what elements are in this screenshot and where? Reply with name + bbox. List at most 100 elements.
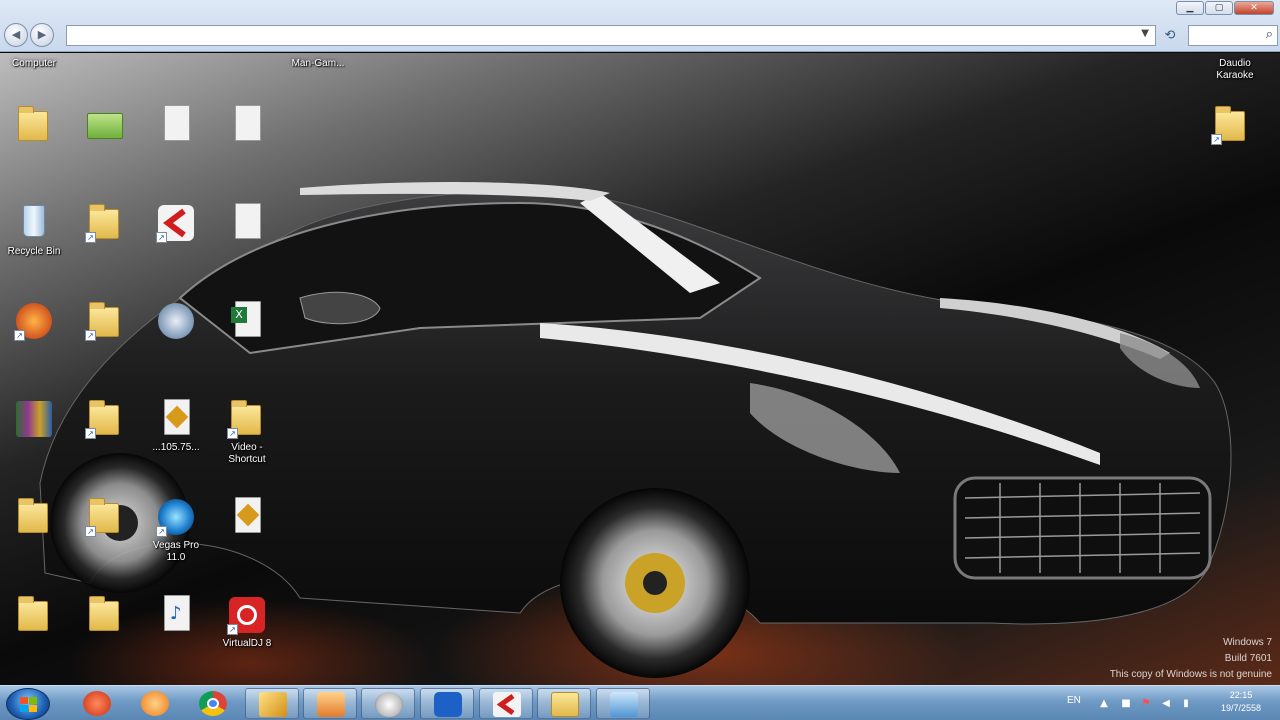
chrome-icon <box>199 691 227 716</box>
start-button[interactable] <box>6 688 50 720</box>
folder-icon: ↗ <box>1211 103 1251 145</box>
tray-app-icon[interactable]: ■ <box>1120 698 1132 709</box>
vegas-pro-label: Vegas Pro 11.0 <box>152 540 200 563</box>
shortcut-arrow-icon: ↗ <box>85 232 96 243</box>
taskbar: EN ▲ ■ ⚑ ◀ ▮ 22:15 19/7/2558 <box>0 685 1280 720</box>
computer-icon[interactable]: Computer <box>0 55 72 70</box>
taskbar-panda[interactable] <box>361 688 415 719</box>
explorer-icon <box>551 692 579 717</box>
taskbar-aimp[interactable] <box>245 688 299 719</box>
virtualdj-shortcut[interactable]: ↗ VirtualDJ 8 <box>209 593 285 650</box>
tray-overflow-icon[interactable]: ▲ <box>1098 698 1110 709</box>
back-button[interactable]: ◀ <box>4 23 28 47</box>
volume-icon[interactable]: ◀ <box>1160 698 1172 709</box>
shortcut-arrow-icon: ↗ <box>156 526 167 537</box>
taskbar-explorer[interactable] <box>537 688 591 719</box>
recycle-bin-icon <box>14 201 54 243</box>
taskbar-maxthon[interactable] <box>420 688 474 719</box>
folder-icon <box>85 593 125 635</box>
winrar-icon <box>14 397 54 439</box>
taskbar-game[interactable] <box>303 688 357 719</box>
image-file-icon <box>85 103 125 145</box>
desktop-item[interactable]: ↗ <box>138 201 214 246</box>
language-indicator[interactable]: EN <box>1067 695 1081 706</box>
desktop-item[interactable] <box>0 103 72 148</box>
desktop-item[interactable] <box>67 593 143 638</box>
video-shortcut[interactable]: ↗ Video - Shortcut <box>209 397 285 466</box>
desktop-item[interactable] <box>209 495 285 540</box>
man-game-label: Man-Gam... <box>291 58 345 69</box>
recycle-bin[interactable]: Recycle Bin <box>0 201 72 258</box>
search-input[interactable]: ⌕ <box>1188 25 1278 46</box>
taskbar-cyberlink[interactable] <box>479 688 533 719</box>
file-icon <box>227 201 267 243</box>
folder-shortcut-right[interactable]: ↗ <box>1193 103 1269 148</box>
desktop-item[interactable]: ↗ <box>67 201 143 246</box>
maximize-button[interactable]: ▢ <box>1205 1 1233 15</box>
network-icon[interactable]: ▮ <box>1180 698 1192 709</box>
forward-button[interactable]: ▶ <box>30 23 54 47</box>
taskbar-kmplayer[interactable] <box>128 688 182 719</box>
desktop-item[interactable]: ↗ <box>67 397 143 442</box>
search-icon[interactable]: ⌕ <box>1266 27 1273 42</box>
kmplayer-icon <box>141 691 169 716</box>
taskbar-remote-desktop[interactable] <box>596 688 650 719</box>
desktop-item[interactable] <box>138 103 214 148</box>
desktop-item[interactable] <box>138 299 214 344</box>
taskbar-ccleaner[interactable] <box>70 688 124 719</box>
folder-icon <box>14 495 54 537</box>
desktop-item[interactable] <box>209 103 285 148</box>
taskbar-chrome[interactable] <box>186 688 240 719</box>
desktop-item[interactable]: ...105.75... <box>138 397 214 454</box>
vegas-pro-shortcut[interactable]: ↗ Vegas Pro 11.0 <box>138 495 214 564</box>
desktop: Computer Man-Gam... Daudio Karaoke ↗ Rec… <box>0 53 1280 685</box>
shortcut-arrow-icon: ↗ <box>1211 134 1222 145</box>
folder-icon: ↗ <box>227 397 267 439</box>
desktop-item[interactable]: ↗ <box>67 495 143 540</box>
desktop-item[interactable] <box>0 495 72 540</box>
windows-build-text: Build 7601 <box>1224 653 1272 664</box>
shortcut-arrow-icon: ↗ <box>85 428 96 439</box>
virtualdj-icon: ↗ <box>227 593 267 635</box>
ccleaner-icon <box>83 691 111 716</box>
shortcut-arrow-icon: ↗ <box>227 624 238 635</box>
refresh-icon[interactable]: ⟲ <box>1160 26 1180 45</box>
recycle-bin-label: Recycle Bin <box>7 246 61 257</box>
address-dropdown-icon[interactable]: ▼ <box>1141 28 1149 39</box>
folder-icon: ↗ <box>85 201 125 243</box>
action-center-icon[interactable]: ⚑ <box>1140 698 1152 709</box>
folder-icon: ↗ <box>85 397 125 439</box>
desktop-item[interactable] <box>209 201 285 246</box>
desktop-item[interactable]: X <box>209 299 285 344</box>
folder-icon: ↗ <box>85 495 125 537</box>
folder-icon <box>14 103 54 145</box>
desktop-item[interactable] <box>0 397 72 442</box>
desktop-item[interactable]: ♪ <box>138 593 214 638</box>
close-button[interactable]: ✕ <box>1234 1 1274 15</box>
desktop-item-top-3[interactable] <box>138 55 214 58</box>
daudio-karaoke-shortcut[interactable]: Daudio Karaoke <box>1197 55 1273 82</box>
file-icon <box>227 103 267 145</box>
clock[interactable]: 22:15 19/7/2558 <box>1208 689 1274 715</box>
desktop-item-top-2[interactable] <box>67 55 143 58</box>
windows-version-text: Windows 7 <box>1223 637 1272 648</box>
remote-desktop-icon <box>610 692 638 717</box>
gear-icon <box>156 299 196 341</box>
computer-label: Computer <box>12 58 56 69</box>
vegas-pro-icon: ↗ <box>156 495 196 537</box>
man-game-shortcut[interactable]: Man-Gam... <box>280 55 356 70</box>
excel-file-icon: X <box>227 299 267 341</box>
desktop-item[interactable]: ↗ <box>67 299 143 344</box>
desktop-item[interactable]: ↗ <box>0 299 72 344</box>
minimize-button[interactable]: ▁ <box>1176 1 1204 15</box>
aimp-icon <box>259 692 287 717</box>
desktop-item[interactable] <box>0 593 72 638</box>
cyberlink-icon <box>493 692 521 717</box>
shortcut-arrow-icon: ↗ <box>227 428 238 439</box>
address-bar[interactable]: ▼ <box>66 25 1156 46</box>
clock-time: 22:15 <box>1229 690 1253 700</box>
cyberlink-icon: ↗ <box>156 201 196 243</box>
file-icon <box>156 103 196 145</box>
desktop-item[interactable] <box>67 103 143 148</box>
desktop-item-top-4[interactable] <box>209 55 285 58</box>
